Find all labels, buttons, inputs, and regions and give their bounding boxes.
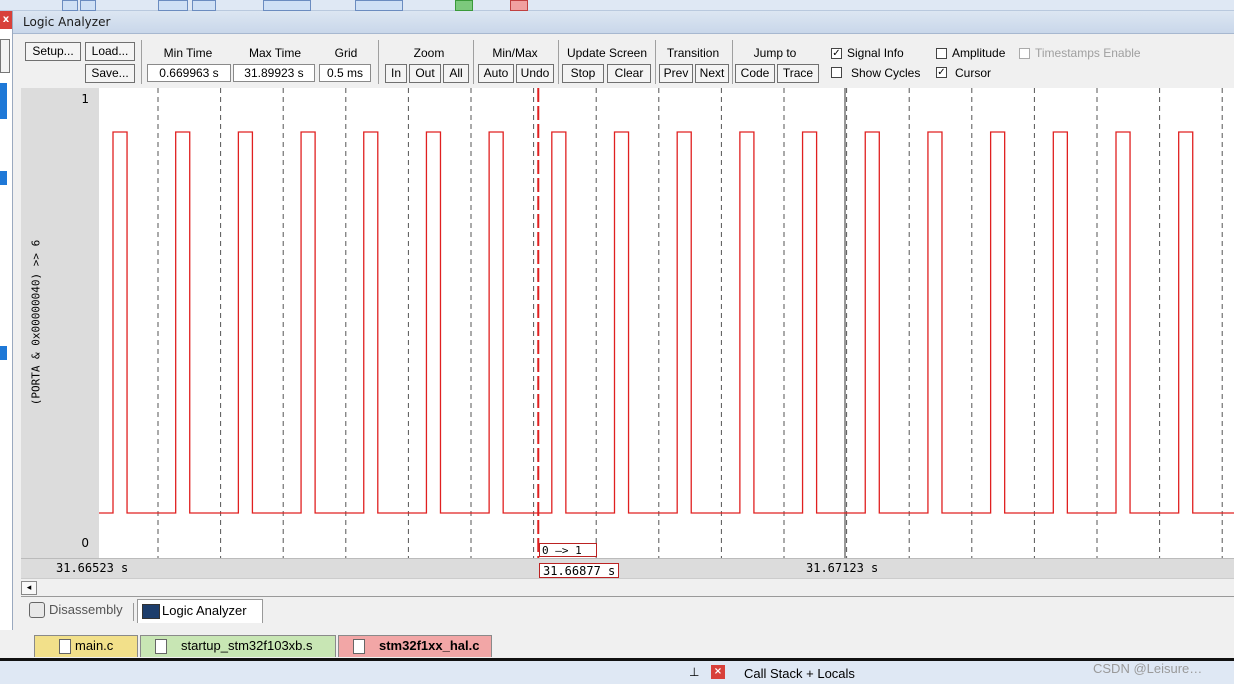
separator: [473, 40, 474, 84]
tab-label: Disassembly: [49, 602, 123, 617]
timestamps-checkbox[interactable]: [1019, 48, 1030, 59]
call-stack-label[interactable]: Call Stack + Locals: [744, 666, 855, 681]
min-time-label: Min Time: [163, 46, 213, 60]
toolbar-icon[interactable]: [455, 0, 473, 11]
file-icon: [155, 639, 167, 654]
cursor-time-label: 31.66877 s: [539, 563, 620, 578]
jump-trace-button[interactable]: Trace: [777, 64, 819, 83]
show-cycles-label: Show Cycles: [851, 66, 921, 80]
separator: [141, 40, 142, 84]
pin-icon[interactable]: ⊥: [689, 665, 699, 679]
bottom-status-bar: ⊥ × Call Stack + Locals CSDN @Leisure…: [0, 661, 1234, 684]
toolbar-icon[interactable]: [80, 0, 96, 11]
tab-separator: [133, 603, 134, 621]
panel-close-icon[interactable]: x: [0, 11, 12, 29]
tab-logic-analyzer[interactable]: Logic Analyzer: [137, 599, 263, 623]
save-button[interactable]: Save...: [85, 64, 135, 83]
transition-next-button[interactable]: Next: [695, 64, 729, 83]
disassembly-icon: [29, 602, 45, 618]
separator: [655, 40, 656, 84]
scroll-left-icon[interactable]: ◂: [21, 581, 37, 595]
toolbar-icon[interactable]: [192, 0, 216, 11]
update-clear-button[interactable]: Clear: [607, 64, 651, 83]
zoom-label: Zoom: [413, 46, 445, 60]
transition-label: Transition: [666, 46, 720, 60]
time-left-label: 31.66523 s: [56, 561, 129, 575]
y-min-label: 0: [81, 536, 89, 550]
max-time-value: 31.89923 s: [233, 64, 315, 82]
view-tabs: Disassembly Logic Analyzer: [21, 596, 1234, 627]
close-icon[interactable]: ×: [711, 665, 725, 679]
grid-value: 0.5 ms: [319, 64, 371, 82]
y-max-label: 1: [81, 92, 89, 106]
file-icon: [353, 639, 365, 654]
gutter-marker: [0, 346, 7, 360]
y-axis-panel: 1 0 (PORTA & 0x00000040) >> 6: [21, 88, 99, 558]
tab-label: Logic Analyzer: [162, 603, 247, 618]
panel-title: Logic Analyzer: [23, 15, 111, 29]
toolbar-icon[interactable]: [158, 0, 188, 11]
tab-disassembly[interactable]: Disassembly: [25, 599, 131, 623]
minmax-undo-button[interactable]: Undo: [516, 64, 554, 83]
minmax-label: Min/Max: [492, 46, 538, 60]
analyzer-controls: Setup... Load... Save... Min Time 0.6699…: [13, 34, 1234, 86]
transition-info-box: 0 —> 1: [539, 543, 597, 557]
update-screen-label: Update Screen: [566, 46, 648, 60]
file-tab-startup[interactable]: startup_stm32f103xb.s: [140, 635, 336, 657]
file-tab-label: main.c: [75, 638, 114, 653]
time-axis: 31.66523 s 31.66877 s 31.67123 s: [21, 558, 1234, 579]
file-icon: [59, 639, 71, 654]
time-center-label: 31.67123 s: [806, 561, 879, 575]
gutter-marker: [0, 171, 7, 185]
zoom-in-button[interactable]: In: [385, 64, 407, 83]
file-tab-hal[interactable]: stm32f1xx_hal.c: [338, 635, 492, 657]
show-cycles-checkbox[interactable]: [831, 67, 842, 78]
timestamps-label: Timestamps Enable: [1035, 46, 1141, 60]
setup-button[interactable]: Setup...: [25, 42, 81, 61]
zoom-all-button[interactable]: All: [443, 64, 469, 83]
transition-prev-button[interactable]: Prev: [659, 64, 693, 83]
toolbar-icon[interactable]: [510, 0, 528, 11]
max-time-label: Max Time: [248, 46, 301, 60]
update-stop-button[interactable]: Stop: [562, 64, 604, 83]
signal-waveform: [99, 131, 1234, 514]
watermark-text: CSDN @Leisure…: [1093, 661, 1203, 676]
logic-analyzer-plot[interactable]: [99, 88, 1234, 558]
amplitude-checkbox[interactable]: [936, 48, 947, 59]
file-tabs: main.c startup_stm32f103xb.s stm32f1xx_h…: [0, 630, 1234, 661]
separator: [378, 40, 379, 84]
file-tab-label: startup_stm32f103xb.s: [181, 638, 313, 653]
cursor-label: Cursor: [955, 66, 992, 80]
minmax-auto-button[interactable]: Auto: [478, 64, 514, 83]
signal-info-label: Signal Info: [847, 46, 904, 60]
signal-name-label: (PORTA & 0x00000040) >> 6: [29, 239, 43, 406]
panel-title-bar: Logic Analyzer: [13, 11, 1234, 34]
jump-code-button[interactable]: Code: [735, 64, 775, 83]
gutter-marker: [0, 83, 7, 119]
horizontal-scrollbar[interactable]: ◂: [21, 578, 1234, 597]
min-time-value: 0.669963 s: [147, 64, 231, 82]
file-tab-label: stm32f1xx_hal.c: [379, 638, 480, 653]
signal-info-checkbox[interactable]: ✓: [831, 48, 842, 59]
amplitude-label: Amplitude: [952, 46, 1006, 60]
zoom-out-button[interactable]: Out: [409, 64, 441, 83]
toolbar-icon[interactable]: [355, 0, 403, 11]
cursor-checkbox[interactable]: ✓: [936, 67, 947, 78]
grid-label: Grid: [334, 46, 358, 60]
jump-to-label: Jump to: [753, 46, 797, 60]
left-gutter: [0, 11, 13, 631]
toolbar-icon[interactable]: [62, 0, 78, 11]
load-button[interactable]: Load...: [85, 42, 135, 61]
waveform-svg: [99, 88, 1234, 558]
toolbar-icon[interactable]: [263, 0, 311, 11]
logic-analyzer-icon: [142, 604, 160, 619]
top-toolbar-strip: [0, 0, 1234, 11]
file-tab-main-c[interactable]: main.c: [34, 635, 138, 657]
gutter-box: [0, 39, 10, 73]
